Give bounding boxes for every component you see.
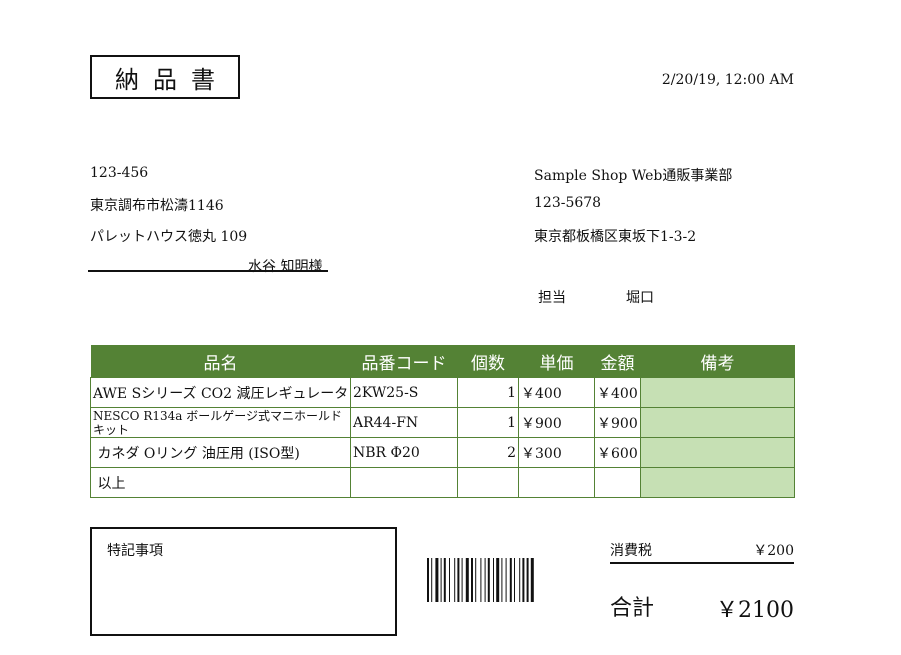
barcode-bar xyxy=(526,558,529,602)
contact-name: 堀口 xyxy=(626,290,654,306)
barcode-bar xyxy=(509,558,512,602)
item-code: 2KW25-S xyxy=(350,377,458,408)
total-value: ￥2100 xyxy=(716,598,794,623)
header-amount: 金額 xyxy=(594,345,641,378)
barcode-bar xyxy=(493,558,494,602)
barcode-bar xyxy=(514,558,515,602)
tax-underline xyxy=(610,562,794,564)
document-date: 2/20/19, 12:00 AM xyxy=(661,72,794,88)
item-amount: ￥600 xyxy=(594,437,641,468)
barcode-bar xyxy=(484,558,486,602)
contact-label: 担当 xyxy=(538,290,566,306)
header-code: 品番コード xyxy=(350,345,458,378)
barcode-bar xyxy=(487,558,490,602)
barcode-icon xyxy=(427,558,534,602)
barcode-bar xyxy=(519,558,521,602)
tax-label: 消費税 xyxy=(610,543,652,559)
total-label: 合計 xyxy=(610,596,655,621)
document-title-text: 納品書 xyxy=(115,65,229,94)
recipient-name: 水谷 知明様 xyxy=(248,259,323,275)
table-row: AWE Sシリーズ CO2 減圧レギュレータ 2KW25-S 1 ￥400 ￥4… xyxy=(90,377,795,408)
barcode-bar xyxy=(530,558,534,602)
table-row: カネダ Oリング 油圧用 (ISO型) NBR Φ20 2 ￥300 ￥600 xyxy=(90,437,795,468)
item-note xyxy=(640,377,795,408)
sender-address: 東京都板橋区東坂下1-3-2 xyxy=(534,229,697,245)
item-qty xyxy=(457,467,519,498)
item-code: NBR Φ20 xyxy=(350,437,458,468)
table-header-row: 品名 品番コード 個数 単価 金額 備考 xyxy=(90,345,795,378)
item-amount: ￥400 xyxy=(594,377,641,408)
item-name: AWE Sシリーズ CO2 減圧レギュレータ xyxy=(90,377,351,408)
item-amount xyxy=(594,467,641,498)
header-note: 備考 xyxy=(640,345,795,378)
item-unit-price xyxy=(518,467,595,498)
recipient-address2: パレットハウス徳丸 109 xyxy=(90,229,248,245)
barcode-bar xyxy=(454,558,456,602)
barcode-bar xyxy=(449,558,450,602)
barcode-bar xyxy=(431,558,433,602)
barcode-bar xyxy=(471,558,473,602)
item-qty: 1 xyxy=(457,407,519,438)
item-note xyxy=(640,467,795,498)
items-table: 品名 品番コード 個数 単価 金額 備考 AWE Sシリーズ CO2 減圧レギュ… xyxy=(90,345,795,498)
tax-value: ￥200 xyxy=(753,543,794,559)
barcode-bar xyxy=(475,558,477,602)
header-qty: 個数 xyxy=(457,345,519,378)
item-code xyxy=(350,467,458,498)
barcode-bar xyxy=(435,558,439,602)
item-name: 以上 xyxy=(90,467,351,498)
document-title: 納品書 xyxy=(90,55,240,99)
item-qty: 1 xyxy=(457,377,519,408)
item-name: カネダ Oリング 油圧用 (ISO型) xyxy=(90,437,351,468)
header-unit-price: 単価 xyxy=(518,345,595,378)
item-unit-price: ￥300 xyxy=(518,437,595,468)
item-name: NESCO R134a ボールゲージ式マニホールドキット xyxy=(90,407,351,438)
barcode-bar xyxy=(480,558,482,602)
sender-postal: 123-5678 xyxy=(534,195,602,211)
memo-label: 特記事項 xyxy=(107,543,163,559)
item-unit-price: ￥900 xyxy=(518,407,595,438)
barcode-bar xyxy=(461,558,463,602)
item-note xyxy=(640,437,795,468)
recipient-postal: 123-456 xyxy=(90,165,149,181)
table-row: NESCO R134a ボールゲージ式マニホールドキット AR44-FN 1 ￥… xyxy=(90,407,795,438)
barcode-bar xyxy=(440,558,442,602)
recipient-underline xyxy=(88,270,328,272)
barcode-bar xyxy=(443,558,446,602)
sender-company: Sample Shop Web通販事業部 xyxy=(534,168,733,184)
header-name: 品名 xyxy=(90,345,351,378)
item-amount: ￥900 xyxy=(594,407,641,438)
item-qty: 2 xyxy=(457,437,519,468)
barcode-bar xyxy=(465,558,469,602)
barcode-bar xyxy=(457,558,460,602)
recipient-address1: 東京調布市松濤1146 xyxy=(90,198,224,214)
item-note xyxy=(640,407,795,438)
item-code: AR44-FN xyxy=(350,407,458,438)
table-row: 以上 xyxy=(90,467,795,498)
barcode-bar xyxy=(505,558,507,602)
barcode-bar xyxy=(522,558,525,602)
item-unit-price: ￥400 xyxy=(518,377,595,408)
barcode-bar xyxy=(496,558,500,602)
barcode-bar xyxy=(501,558,503,602)
barcode-bar xyxy=(427,558,429,602)
